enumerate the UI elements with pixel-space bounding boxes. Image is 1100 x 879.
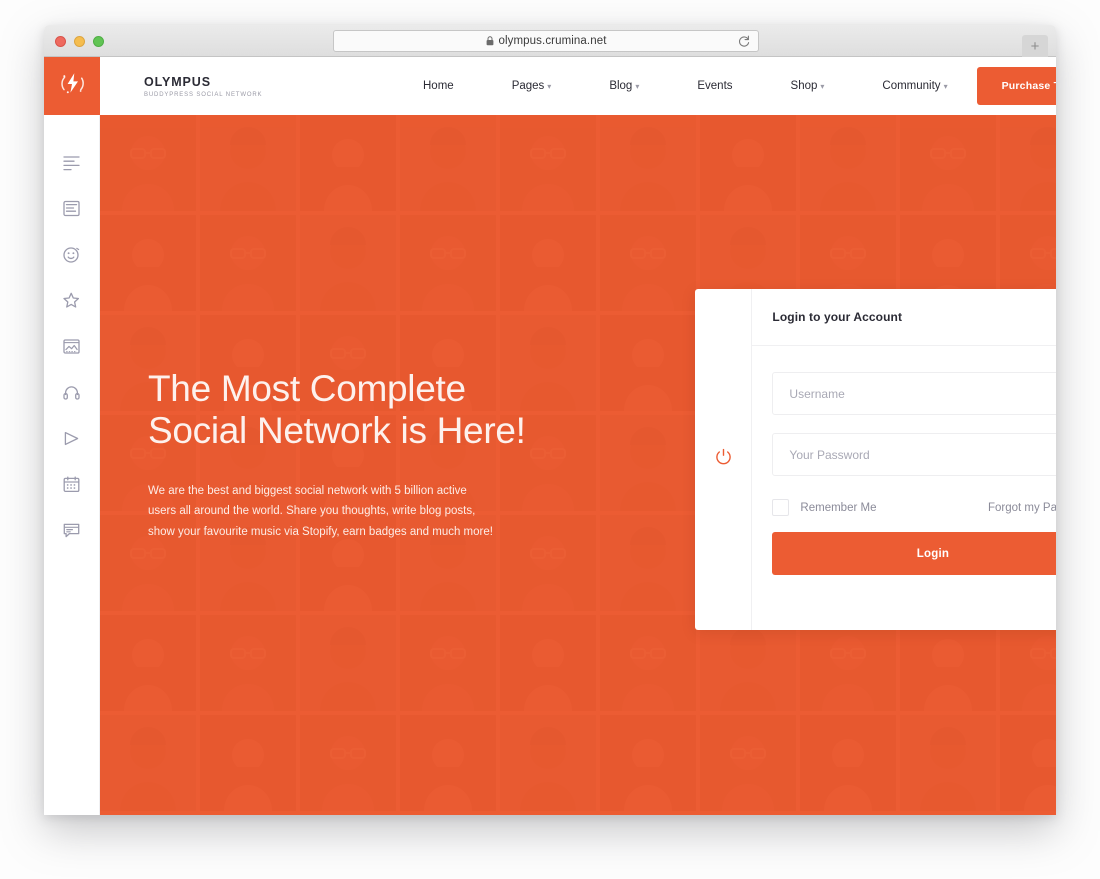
main-column: OLYMPUS BUDDYPRESS SOCIAL NETWORK Home P… (100, 57, 1056, 815)
hero-title-line2: Social Network is Here! (148, 409, 526, 451)
login-card: Login to your Account Remember Me Forgot (695, 289, 1056, 630)
sidebar-items (44, 115, 99, 553)
login-card-title: Login to your Account (772, 310, 903, 324)
nav-item-shop[interactable]: Shop ▾ (762, 80, 854, 92)
chevron-down-icon: ▾ (547, 82, 552, 91)
window-controls (55, 36, 104, 47)
remember-me-toggle[interactable]: Remember Me (772, 499, 876, 516)
smiley-face-icon (62, 245, 81, 264)
nav-item-events[interactable]: Events (668, 80, 761, 92)
reload-icon[interactable] (737, 34, 751, 53)
sidebar-item-events[interactable] (44, 461, 99, 507)
username-input[interactable] (772, 372, 1056, 415)
hero-subtitle: We are the best and biggest social netwo… (148, 485, 493, 538)
sidebar-logo[interactable] (44, 57, 100, 115)
browser-chrome: olympus.crumina.net + (44, 25, 1056, 57)
newsfeed-list-icon (62, 153, 81, 172)
lock-icon (486, 33, 494, 51)
hero-title-line1: The Most Complete (148, 368, 466, 410)
hero-text-block: The Most Complete Social Network is Here… (148, 368, 568, 541)
site-root: OLYMPUS BUDDYPRESS SOCIAL NETWORK Home P… (44, 57, 1056, 815)
nav-label: Community (882, 80, 941, 92)
nav-label: Events (697, 80, 733, 92)
nav-item-blog[interactable]: Blog ▾ (580, 80, 668, 92)
calendar-icon (62, 475, 81, 494)
play-video-icon (62, 429, 81, 448)
left-sidebar (44, 57, 100, 815)
posts-page-icon (62, 199, 81, 218)
login-form: Remember Me Forgot my Password Login (752, 346, 1056, 575)
remember-me-checkbox[interactable] (772, 499, 790, 516)
brand-tagline: BUDDYPRESS SOCIAL NETWORK (144, 91, 263, 98)
headphones-icon (62, 383, 81, 402)
main-nav: Home Pages ▾ Blog ▾ Events Shop ▾ Commun… (394, 80, 977, 92)
sidebar-item-newsfeed[interactable] (44, 139, 99, 185)
sidebar-item-friends[interactable] (44, 231, 99, 277)
password-input[interactable] (772, 433, 1056, 476)
hero-section: The Most Complete Social Network is Here… (100, 115, 1056, 815)
lightning-bolt-logo-icon (59, 70, 86, 102)
remember-me-label: Remember Me (800, 501, 877, 514)
chevron-down-icon: ▾ (943, 82, 948, 91)
star-icon (62, 291, 81, 310)
nav-item-home[interactable]: Home (394, 80, 483, 92)
chevron-down-icon: ▾ (820, 82, 825, 91)
login-card-header: Login to your Account (752, 289, 1056, 346)
browser-window: olympus.crumina.net + OLYMPUS BUDDYPRESS… (44, 25, 1056, 815)
login-submit-button[interactable]: Login (772, 532, 1056, 575)
forgot-password-link[interactable]: Forgot my Password (988, 502, 1056, 514)
new-tab-button[interactable]: + (1022, 35, 1048, 57)
login-options-row: Remember Me Forgot my Password (772, 499, 1056, 516)
nav-label: Pages (511, 80, 545, 92)
photo-gallery-icon (62, 337, 81, 356)
sidebar-item-photos[interactable] (44, 323, 99, 369)
power-on-off-icon (713, 447, 734, 473)
chevron-down-icon: ▾ (635, 82, 640, 91)
brand-block[interactable]: OLYMPUS BUDDYPRESS SOCIAL NETWORK (144, 75, 394, 98)
close-window-button[interactable] (55, 36, 66, 47)
nav-label: Shop (790, 80, 818, 92)
address-bar[interactable]: olympus.crumina.net (333, 30, 759, 52)
login-card-body: Login to your Account Remember Me Forgot (752, 289, 1056, 630)
minimize-window-button[interactable] (74, 36, 85, 47)
nav-label: Blog (609, 80, 633, 92)
purchase-theme-button[interactable]: Purchase Theme (976, 67, 1056, 105)
login-card-rail (695, 289, 753, 630)
sidebar-item-music[interactable] (44, 369, 99, 415)
site-header: OLYMPUS BUDDYPRESS SOCIAL NETWORK Home P… (100, 57, 1056, 115)
hero-title: The Most Complete Social Network is Here… (148, 368, 568, 451)
nav-item-community[interactable]: Community ▾ (853, 80, 976, 92)
sidebar-item-favourites[interactable] (44, 277, 99, 323)
url-text: olympus.crumina.net (498, 35, 607, 47)
maximize-window-button[interactable] (93, 36, 104, 47)
sidebar-item-posts[interactable] (44, 185, 99, 231)
chat-forum-icon (62, 521, 81, 540)
nav-item-pages[interactable]: Pages ▾ (483, 80, 581, 92)
nav-label: Home (423, 80, 454, 92)
sidebar-item-forums[interactable] (44, 507, 99, 553)
sidebar-item-videos[interactable] (44, 415, 99, 461)
brand-name: OLYMPUS (144, 74, 211, 89)
